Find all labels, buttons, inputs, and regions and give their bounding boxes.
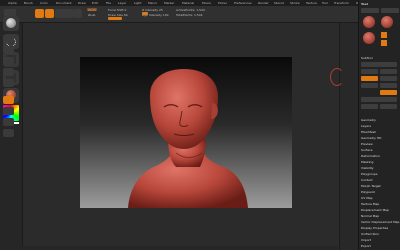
make-polymesh-button[interactable] xyxy=(381,40,387,46)
tray-section-displacement-map[interactable]: Displacement Map xyxy=(361,208,389,212)
subtool-btn-j[interactable] xyxy=(380,104,397,109)
tray-section-contact[interactable]: Contact xyxy=(361,178,373,182)
right-shelf xyxy=(339,23,358,250)
tray-section-layers[interactable]: Layers xyxy=(361,124,371,128)
bottom-shelf xyxy=(22,246,338,250)
tray-section-subtool[interactable]: SubTool xyxy=(361,56,373,60)
draw-button[interactable] xyxy=(45,9,54,18)
active-points-readout: ActivePoints: 1,544 xyxy=(176,8,205,12)
zadd-highlight xyxy=(87,8,97,11)
tool-palette-title[interactable]: Tool xyxy=(361,2,368,6)
tray-section-polypaint[interactable]: Polypaint xyxy=(361,190,375,194)
document-canvas[interactable] xyxy=(80,57,292,208)
sculpt-model[interactable] xyxy=(80,57,292,208)
subtool-btn-b[interactable] xyxy=(380,69,397,74)
focal-shift-slider[interactable]: Focal Shift 0 xyxy=(108,8,126,12)
floor-button[interactable] xyxy=(3,107,14,115)
tray-section-preview[interactable]: Preview xyxy=(361,142,373,146)
subtool-btn-a[interactable] xyxy=(361,69,378,74)
tray-section-vector-displacement-map[interactable]: Vector Displacement Map xyxy=(361,220,399,224)
move-button[interactable] xyxy=(55,9,64,18)
save-as-button[interactable] xyxy=(381,8,399,13)
tray-section-geometry[interactable]: Geometry xyxy=(361,118,376,122)
current-tool-thumbnail[interactable] xyxy=(363,16,375,28)
scroll-button[interactable] xyxy=(3,46,14,54)
aahalf-button[interactable] xyxy=(3,79,14,87)
bpr-button[interactable] xyxy=(3,35,14,43)
persp-button[interactable] xyxy=(3,96,14,104)
subtool-btn-d[interactable] xyxy=(380,76,397,81)
subtool-btn-h[interactable] xyxy=(361,97,397,102)
standard-brush-icon xyxy=(6,18,16,28)
local-button[interactable] xyxy=(3,118,14,126)
load-tool-button[interactable] xyxy=(361,8,379,13)
tray-section-geometry-hd[interactable]: Geometry HD xyxy=(361,136,381,140)
subtool-btn-i[interactable] xyxy=(361,104,378,109)
brush-button[interactable] xyxy=(3,16,19,31)
tool-palette: Tool SubTool Geometry Layers FiberMesh G… xyxy=(358,0,400,250)
scale-button[interactable] xyxy=(64,9,73,18)
subtool-list[interactable] xyxy=(361,62,397,67)
tray-section-uv-map[interactable]: UV Map xyxy=(361,196,373,200)
zoom-button[interactable] xyxy=(3,57,14,65)
total-points-readout: TotalPoints: 1,544 xyxy=(176,13,203,17)
subtool-btn-f[interactable] xyxy=(380,83,397,88)
z-intensity-fill xyxy=(142,12,148,15)
tray-section-surface[interactable]: Surface xyxy=(361,148,372,152)
edit-button[interactable] xyxy=(35,9,44,18)
tray-section-visibility[interactable]: Visibility xyxy=(361,166,374,170)
tray-section-deformation[interactable]: Deformation xyxy=(361,154,380,158)
tray-section-polygroups[interactable]: Polygroups xyxy=(361,172,377,176)
tray-section-fibermesh[interactable]: FiberMesh xyxy=(361,130,376,134)
draw-size-fill xyxy=(108,17,122,20)
tray-section-unified-skin[interactable]: Unified Skin xyxy=(361,232,379,236)
polymesh-button[interactable] xyxy=(381,32,387,38)
tool-thumbnail-2[interactable] xyxy=(381,16,393,28)
zsub-toggle[interactable]: Zsub xyxy=(88,13,95,17)
rotate-button[interactable] xyxy=(73,9,82,18)
tray-section-export[interactable]: Export xyxy=(361,244,371,248)
frame-button[interactable] xyxy=(3,129,14,137)
gizmo-ring[interactable] xyxy=(330,68,344,86)
tray-section-morph-target[interactable]: Morph Target xyxy=(361,184,381,188)
subtool-btn-g[interactable] xyxy=(380,90,397,95)
tray-section-masking[interactable]: Masking xyxy=(361,160,373,164)
subtool-btn-e[interactable] xyxy=(361,83,378,88)
tray-section-import[interactable]: Import xyxy=(361,238,371,242)
actual-button[interactable] xyxy=(3,68,14,76)
tray-section-normal-map[interactable]: Normal Map xyxy=(361,214,379,218)
subtool-btn-c[interactable] xyxy=(361,76,378,81)
tray-section-texture-map[interactable]: Texture Map xyxy=(361,202,379,206)
tool-thumbnail-3[interactable] xyxy=(363,32,375,44)
tray-section-display-properties[interactable]: Display Properties xyxy=(361,226,388,230)
